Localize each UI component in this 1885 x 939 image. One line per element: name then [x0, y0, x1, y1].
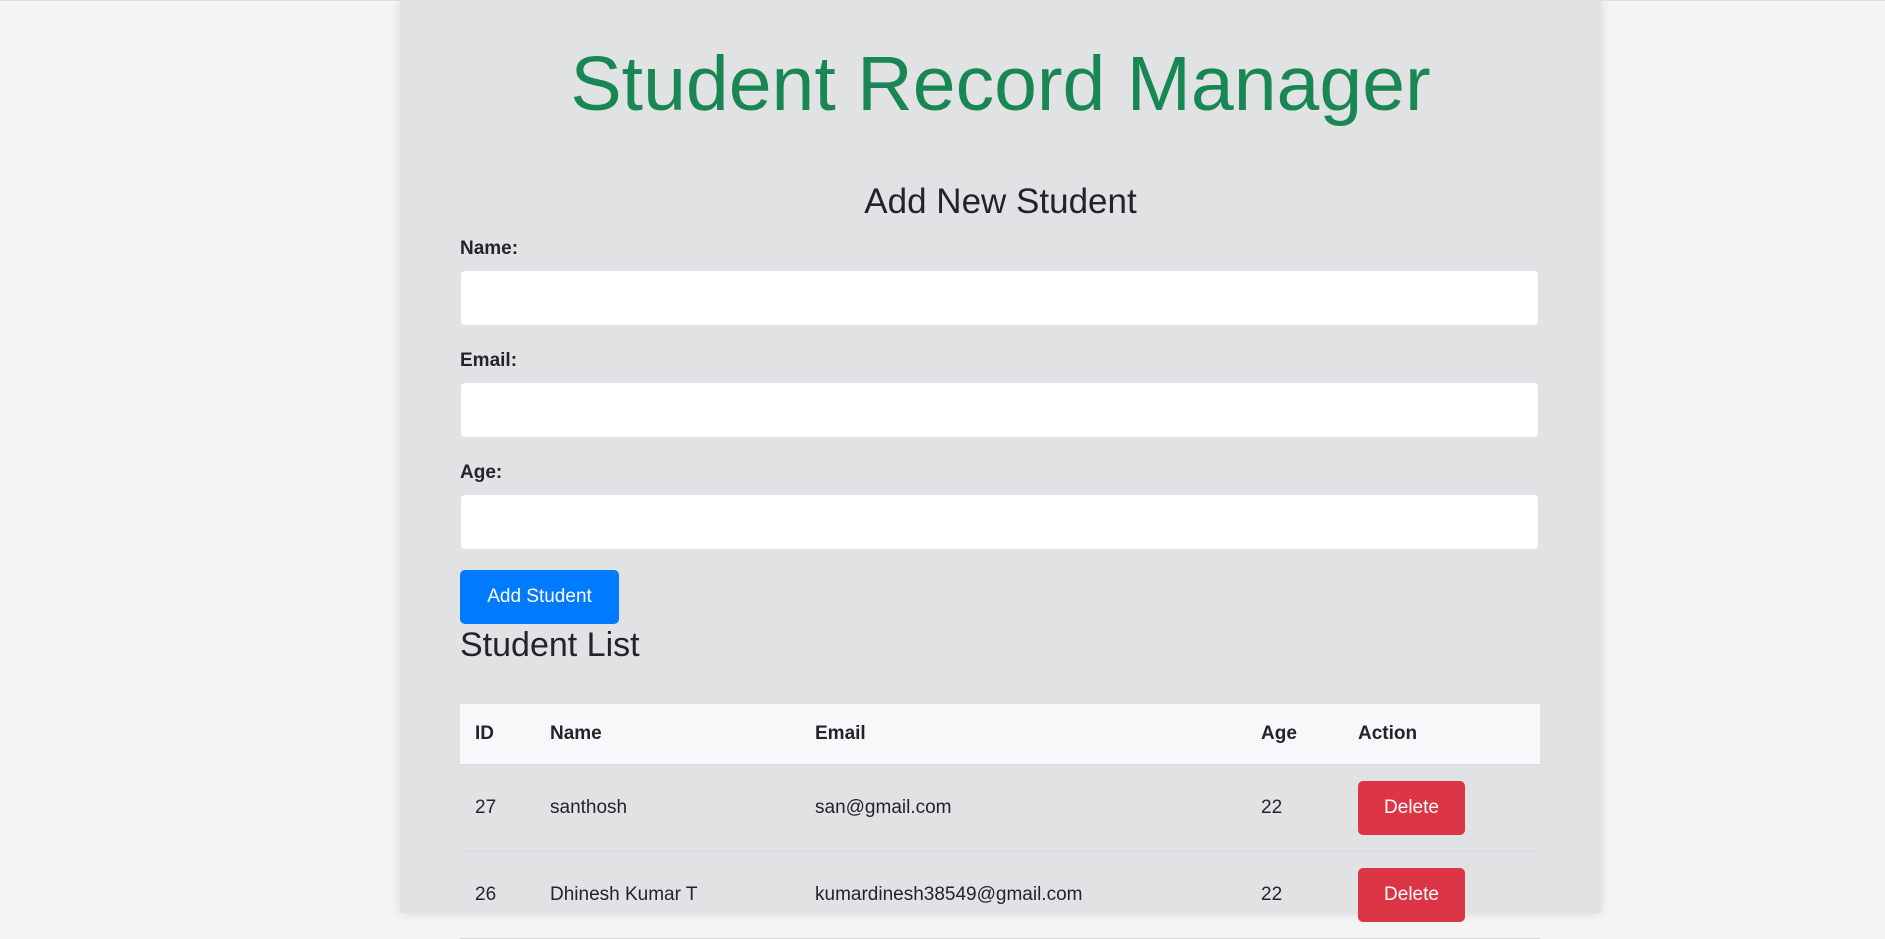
column-header-email: Email [800, 704, 1246, 765]
cell-email: kumardinesh38549@gmail.com [800, 851, 1246, 939]
name-input[interactable] [460, 270, 1539, 326]
cell-email: san@gmail.com [800, 764, 1246, 852]
cell-name: Dhinesh Kumar T [535, 851, 800, 939]
cell-name: santhosh [535, 764, 800, 852]
student-table: ID Name Email Age Action 27 santhosh san… [460, 704, 1540, 939]
delete-button[interactable]: Delete [1358, 867, 1465, 922]
column-header-id: ID [460, 704, 535, 765]
delete-button[interactable]: Delete [1358, 780, 1465, 835]
cell-action: Delete [1343, 764, 1540, 852]
page-title: Student Record Manager [570, 41, 1431, 127]
column-header-name: Name [535, 704, 800, 765]
email-label: Email: [460, 350, 518, 371]
cell-id: 27 [460, 764, 535, 852]
table-row: 27 santhosh san@gmail.com 22 Delete [460, 764, 1540, 852]
cell-id: 26 [460, 851, 535, 939]
table-row: 26 Dhinesh Kumar T kumardinesh38549@gmai… [460, 851, 1540, 939]
cell-action: Delete [1343, 851, 1540, 939]
add-student-button[interactable]: Add Student [460, 570, 619, 624]
age-input[interactable] [460, 494, 1539, 550]
cell-age: 22 [1246, 764, 1343, 852]
add-student-heading: Add New Student [864, 182, 1137, 221]
email-input[interactable] [460, 382, 1539, 438]
column-header-action: Action [1343, 704, 1540, 765]
student-list-heading: Student List [460, 626, 640, 664]
age-label: Age: [460, 462, 503, 483]
cell-age: 22 [1246, 851, 1343, 939]
column-header-age: Age [1246, 704, 1343, 765]
name-label: Name: [460, 238, 519, 259]
table-header-row: ID Name Email Age Action [460, 704, 1540, 765]
main-container: Student Record Manager Add New Student N… [400, 0, 1601, 939]
